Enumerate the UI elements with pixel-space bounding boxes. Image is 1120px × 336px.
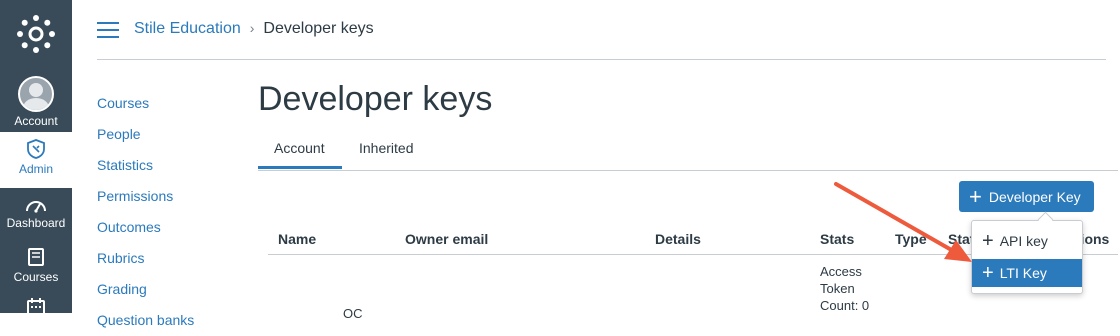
annotation-arrow-icon <box>834 182 972 262</box>
